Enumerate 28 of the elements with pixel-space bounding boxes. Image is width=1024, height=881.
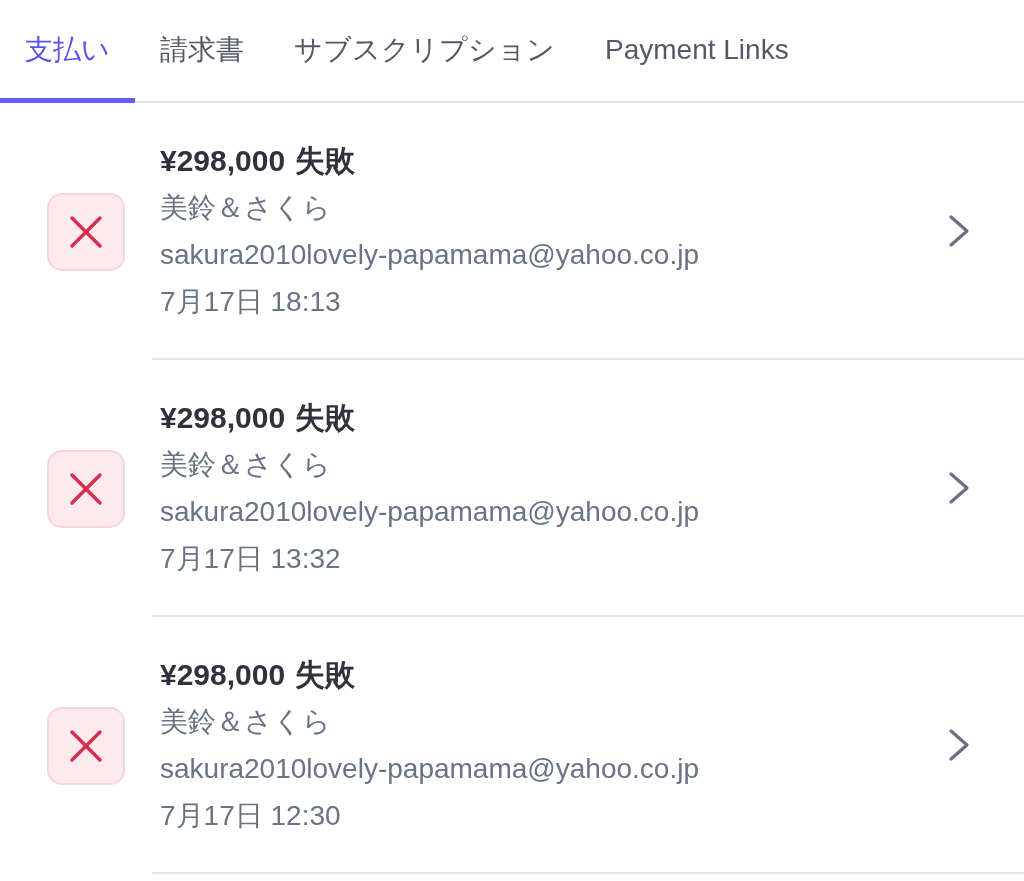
payment-date: 7月17日 18:13 <box>160 284 342 319</box>
failed-x-icon <box>47 192 125 271</box>
status-text: 失敗 <box>295 656 356 693</box>
payment-date: 7月17日 13:32 <box>160 541 342 576</box>
failed-x-icon <box>47 449 125 528</box>
tab[interactable]: 支払い <box>0 0 135 103</box>
tab[interactable]: Payment Links <box>580 0 814 103</box>
chevron-right-icon <box>948 727 970 762</box>
chevron-right-icon <box>948 213 970 248</box>
customer-email: sakura2010lovely-papamama@yahoo.co.jp <box>160 494 700 529</box>
customer-email: sakura2010lovely-papamama@yahoo.co.jp <box>160 751 700 786</box>
chevron-right-icon <box>948 470 970 505</box>
payment-date: 7月17日 12:30 <box>160 798 342 833</box>
amount-text: ¥298,000 <box>160 656 286 693</box>
status-text: 失敗 <box>295 142 356 179</box>
tab[interactable]: サブスクリプション <box>269 0 580 103</box>
payment-list-item[interactable]: ¥298,000 失敗 美鈴＆さくら sakura2010lovely-papamama@yahoo.co.jp 7月17日 18:13 <box>0 103 1024 360</box>
amount-text: ¥298,000 <box>160 142 286 179</box>
payment-list-item[interactable]: ¥298,000 失敗 美鈴＆さくら sakura2010lovely-papamama@yahoo.co.jp 7月17日 12:30 <box>0 617 1024 874</box>
payment-list-item[interactable]: ¥298,000 失敗 美鈴＆さくら sakura2010lovely-papamama@yahoo.co.jp 7月17日 13:32 <box>0 360 1024 617</box>
customer-name: 美鈴＆さくら <box>160 190 332 225</box>
customer-name: 美鈴＆さくら <box>160 447 332 482</box>
status-text: 失敗 <box>295 399 356 436</box>
failed-x-icon <box>47 706 125 785</box>
tab[interactable]: 請求書 <box>135 0 269 103</box>
amount-text: ¥298,000 <box>160 399 286 436</box>
customer-email: sakura2010lovely-papamama@yahoo.co.jp <box>160 237 700 272</box>
customer-name: 美鈴＆さくら <box>160 704 332 739</box>
